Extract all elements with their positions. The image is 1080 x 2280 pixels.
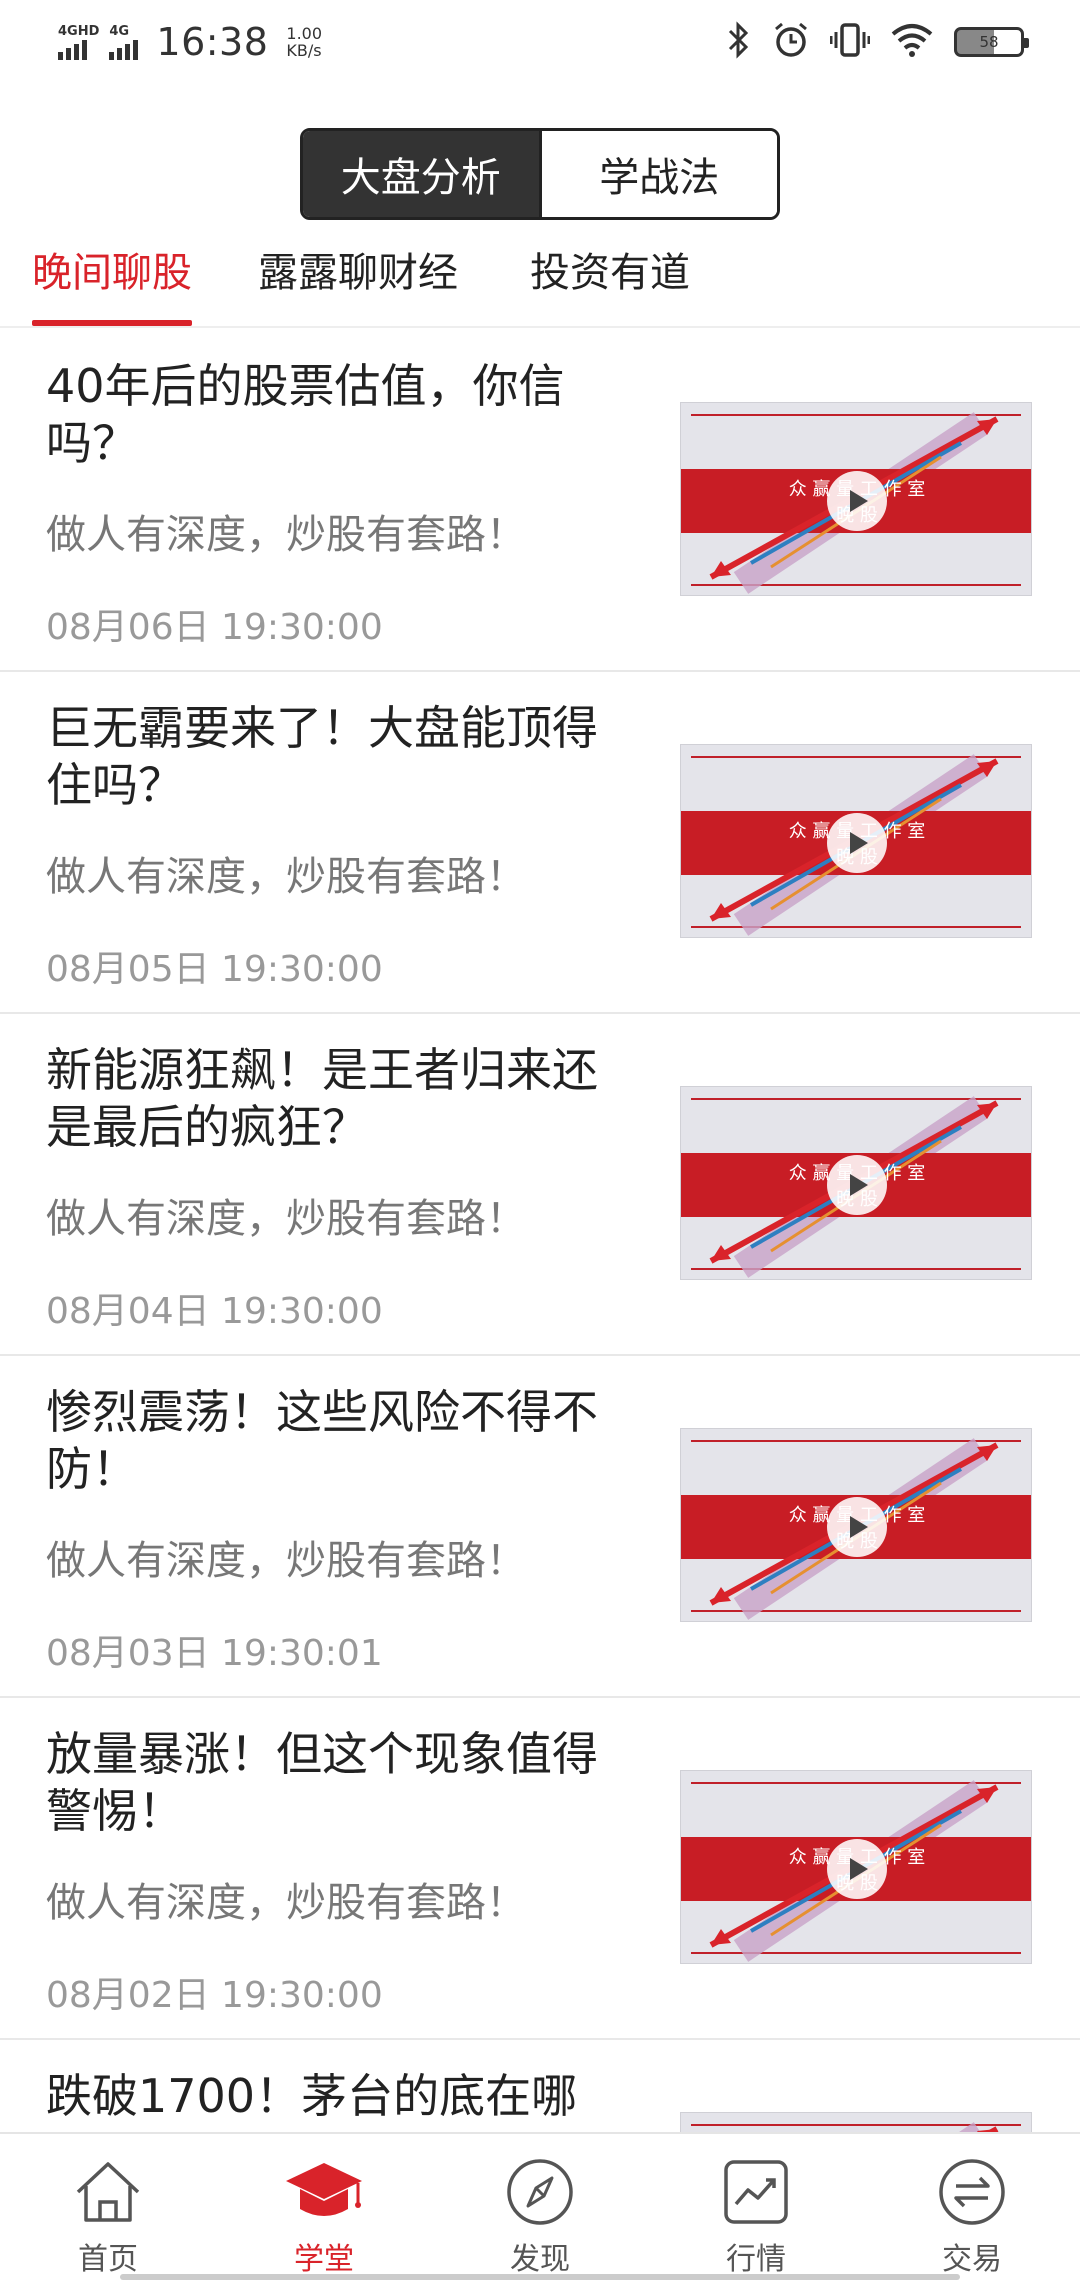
article-date: 08月02日 19:30:00 [46,1975,383,2016]
article-title: 惨烈震荡！这些风险不得不防！ [46,1385,598,1496]
signal-bars-icon [109,38,139,60]
video-thumbnail[interactable]: 众 赢 量 工 作 室晚 股 [680,744,1032,938]
sim2-label: 4G [109,23,130,39]
article-subtitle: 做人有深度，炒股有套路！ [46,512,526,558]
sub-tab-bar: 晚间聊股 露露聊财经 投资有道 [0,240,1080,328]
article-title: 放量暴涨！但这个现象值得警惕！ [46,1727,598,1838]
subtab-lulu-finance[interactable]: 露露聊财经 [258,240,458,326]
battery-level: 58 [979,33,999,51]
article-subtitle: 做人有深度，炒股有套路！ [46,1538,526,1584]
article-date: 08月06日 19:30:00 [46,607,383,648]
play-icon [827,813,887,873]
bluetooth-icon [726,21,752,63]
graduation-cap-icon [284,2154,364,2230]
vibrate-icon [829,21,871,63]
article-title: 40年后的股票估值，你信吗？ [46,359,565,470]
nav-market[interactable]: 行情 [648,2134,864,2280]
signal-sim2: 4G [109,23,139,60]
speed-unit: KB/s [286,41,322,60]
transfer-icon [932,2154,1012,2230]
article-title: 新能源狂飙！是王者归来还是最后的疯狂？ [46,1043,598,1154]
list-item[interactable]: 40年后的股票估值，你信吗？ 做人有深度，炒股有套路！ 08月06日 19:30… [0,330,1080,672]
subtab-evening-stock-chat[interactable]: 晚间聊股 [32,240,192,326]
video-thumbnail[interactable]: 众 赢 量 工 作 室晚 股 [680,2112,1032,2132]
article-subtitle: 做人有深度，炒股有套路！ [46,854,526,900]
article-date: 08月04日 19:30:00 [46,1291,383,1332]
article-date: 08月05日 19:30:00 [46,949,383,990]
video-thumbnail[interactable]: 众 赢 量 工 作 室晚 股 [680,1086,1032,1280]
battery-icon: 58 [954,27,1029,57]
article-subtitle: 做人有深度，炒股有套路！ [46,1880,526,1926]
nav-school-label: 学堂 [294,2242,354,2277]
play-icon [827,471,887,531]
list-item[interactable]: 新能源狂飙！是王者归来还是最后的疯狂？ 做人有深度，炒股有套路！ 08月04日 … [0,1014,1080,1356]
play-icon [827,1155,887,1215]
list-item[interactable]: 跌破1700！茅台的底在哪 众 赢 量 工 作 室晚 股 [0,2040,1080,2132]
wifi-icon [890,22,934,62]
home-indicator [120,2274,960,2280]
alarm-icon [772,21,810,63]
nav-trade-label: 交易 [942,2242,1002,2277]
nav-trade[interactable]: 交易 [864,2134,1080,2280]
article-list: 40年后的股票估值，你信吗？ 做人有深度，炒股有套路！ 08月06日 19:30… [0,330,1080,2132]
play-icon [827,1839,887,1899]
nav-market-label: 行情 [726,2242,786,2277]
list-item[interactable]: 惨烈震荡！这些风险不得不防！ 做人有深度，炒股有套路！ 08月03日 19:30… [0,1356,1080,1698]
list-item[interactable]: 放量暴涨！但这个现象值得警惕！ 做人有深度，炒股有套路！ 08月02日 19:3… [0,1698,1080,2040]
top-segmented-control: 大盘分析 学战法 [300,128,780,220]
clock: 16:38 [156,20,269,64]
signal-sim1: 4GHD [58,25,99,60]
nav-discover[interactable]: 发现 [432,2134,648,2280]
play-icon [827,1497,887,1557]
compass-icon [500,2154,580,2230]
network-speed: 1.00 KB/s [286,25,322,59]
sim1-label: 4GHD [58,23,100,39]
article-date: 08月03日 19:30:01 [46,1633,383,1674]
article-title: 巨无霸要来了！大盘能顶得住吗？ [46,701,598,812]
subtab-investment-way[interactable]: 投资有道 [530,240,690,326]
nav-school[interactable]: 学堂 [216,2134,432,2280]
status-bar: 4GHD 4G 16:38 1.00 KB/s 58 [0,0,1080,84]
video-thumbnail[interactable]: 众 赢 量 工 作 室晚 股 [680,1770,1032,1964]
article-title: 跌破1700！茅台的底在哪 [46,2069,578,2123]
tab-learn-tactics[interactable]: 学战法 [538,131,777,217]
video-thumbnail[interactable]: 众 赢 量 工 作 室晚 股 [680,402,1032,596]
signal-bars-icon [58,38,87,60]
nav-discover-label: 发现 [510,2242,570,2277]
tab-market-analysis[interactable]: 大盘分析 [303,131,539,217]
trend-chart-icon [716,2154,796,2230]
speed-value: 1.00 [286,24,323,43]
nav-home[interactable]: 首页 [0,2134,216,2280]
home-icon [68,2154,148,2230]
video-thumbnail[interactable]: 众 赢 量 工 作 室晚 股 [680,1428,1032,1622]
nav-home-label: 首页 [78,2242,138,2277]
article-subtitle: 做人有深度，炒股有套路！ [46,1196,526,1242]
list-item[interactable]: 巨无霸要来了！大盘能顶得住吗？ 做人有深度，炒股有套路！ 08月05日 19:3… [0,672,1080,1014]
bottom-nav: 首页 学堂 发现 行情 交易 [0,2132,1080,2280]
